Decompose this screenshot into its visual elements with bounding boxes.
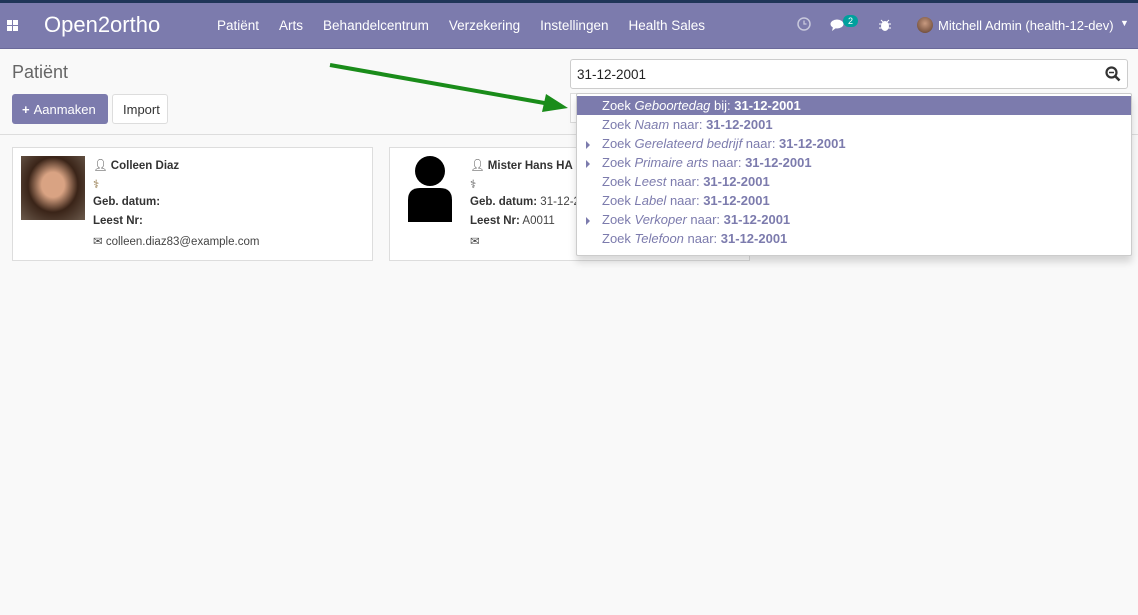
suggestion-value: 31-12-2001 [720, 231, 788, 246]
suggestion-value: 31-12-2001 [703, 193, 770, 208]
patient-name: Colleen Diaz [110, 160, 180, 172]
menu-arts[interactable]: Arts [279, 18, 303, 33]
user-menu[interactable]: Mitchell Admin (health-12-dev) [938, 18, 1114, 33]
search-suggestion[interactable]: Zoek Label naar: 31-12-2001 [577, 191, 1131, 210]
caret-down-icon[interactable]: ▼ [1120, 18, 1129, 28]
user-icon: 👤︎ [93, 160, 111, 172]
create-label: Aanmaken [33, 101, 96, 117]
suggestion-field: Gerelateerd bedrijf [634, 136, 743, 151]
search-suggestion[interactable]: Zoek Verkoper naar: 31-12-2001 [577, 210, 1131, 229]
menu-patient[interactable]: Patiënt [217, 18, 259, 33]
suggestion-field: Label [634, 193, 667, 208]
suggestion-prefix: Zoek [602, 193, 635, 208]
search-suggestion[interactable]: Zoek Primaire arts naar: 31-12-2001 [577, 153, 1131, 172]
bug-icon[interactable] [879, 18, 891, 32]
search-suggestion[interactable]: Zoek Geboortedag bij: 31-12-2001 [577, 96, 1131, 115]
suggestion-prefix: Zoek [602, 174, 635, 189]
patient-photo [21, 156, 85, 220]
suggestion-value: 31-12-2001 [779, 136, 846, 151]
search-value: 31-12-2001 [577, 67, 647, 82]
user-icon: 👤︎ [470, 160, 488, 172]
patient-card[interactable]: 👤︎ Colleen Diaz ⚕︎ Geb. datum: Leest Nr:… [12, 147, 373, 261]
email-value: colleen.diaz83@example.com [105, 236, 260, 248]
suggestion-value: 31-12-2001 [745, 155, 812, 170]
messages-badge: 2 [843, 15, 859, 27]
dob-label: Geb. datum: [470, 196, 538, 208]
suggestion-mid: naar: [666, 174, 704, 189]
brand-name[interactable]: Open2ortho [44, 12, 160, 38]
suggestion-field: Geboortedag [634, 98, 711, 113]
suggestion-mid: naar: [669, 117, 707, 132]
search-suggestions: Zoek Geboortedag bij: 31-12-2001 Zoek Naa… [576, 93, 1132, 256]
suggestion-mid: bij: [710, 98, 735, 113]
suggestion-prefix: Zoek [602, 98, 635, 113]
patient-name: Mister Hans HA [487, 160, 573, 172]
search-suggestion[interactable]: Zoek Telefoon naar: 31-12-2001 [577, 229, 1131, 248]
search-suggestion[interactable]: Zoek Naam naar: 31-12-2001 [577, 115, 1131, 134]
dob-label: Geb. datum: [93, 196, 161, 208]
main-menu: Patiënt Arts Behandelcentrum Verzekering… [217, 18, 725, 33]
suggestion-prefix: Zoek [602, 136, 635, 151]
suggestion-prefix: Zoek [602, 212, 635, 227]
stethoscope-icon: ⚕︎ [93, 179, 100, 191]
create-button[interactable]: + Aanmaken [12, 94, 108, 124]
menu-health-sales[interactable]: Health Sales [628, 18, 705, 33]
leest-value: A0011 [522, 215, 555, 227]
suggestion-field: Verkoper [634, 212, 687, 227]
import-button[interactable]: Import [112, 94, 168, 124]
leest-label: Leest Nr: [470, 215, 520, 227]
suggestion-value: 31-12-2001 [703, 174, 770, 189]
clock-icon[interactable] [797, 17, 811, 31]
suggestion-value: 31-12-2001 [706, 117, 773, 132]
menu-verzekering[interactable]: Verzekering [449, 18, 520, 33]
suggestion-field: Naam [634, 117, 670, 132]
envelope-icon: ✉︎ [93, 236, 106, 248]
page-title: Patiënt [12, 62, 69, 82]
apps-menu-icon[interactable] [7, 20, 18, 31]
suggestion-value: 31-12-2001 [723, 212, 791, 227]
suggestion-field: Leest [634, 174, 667, 189]
suggestion-value: 31-12-2001 [734, 98, 801, 113]
suggestion-prefix: Zoek [602, 155, 635, 170]
expand-triangle-icon[interactable] [586, 160, 590, 168]
expand-triangle-icon[interactable] [586, 141, 590, 149]
user-avatar[interactable] [917, 17, 933, 33]
top-navbar: Open2ortho Patiënt Arts Behandelcentrum … [0, 0, 1138, 49]
suggestion-field: Telefoon [634, 231, 684, 246]
suggestion-field: Primaire arts [634, 155, 709, 170]
expand-triangle-icon[interactable] [586, 217, 590, 225]
suggestion-mid: naar: [708, 155, 746, 170]
leest-label: Leest Nr: [93, 215, 143, 227]
suggestion-mid: naar: [666, 193, 704, 208]
search-suggestion[interactable]: Zoek Gerelateerd bedrijf naar: 31-12-200… [577, 134, 1131, 153]
suggestion-mid: naar: [742, 136, 780, 151]
stethoscope-icon: ⚕︎ [470, 179, 477, 191]
search-icon[interactable] [1105, 66, 1121, 82]
suggestion-prefix: Zoek [602, 117, 635, 132]
menu-instellingen[interactable]: Instellingen [540, 18, 608, 33]
envelope-icon: ✉︎ [470, 236, 480, 248]
search-suggestion[interactable]: Zoek Leest naar: 31-12-2001 [577, 172, 1131, 191]
menu-behandelcentrum[interactable]: Behandelcentrum [323, 18, 429, 33]
plus-icon: + [22, 101, 30, 117]
suggestion-mid: naar: [686, 212, 724, 227]
suggestion-mid: naar: [683, 231, 721, 246]
suggestion-prefix: Zoek [602, 231, 635, 246]
default-avatar-icon [408, 156, 452, 222]
search-input[interactable]: 31-12-2001 [570, 59, 1128, 89]
dob-value: 31-12-2 [540, 196, 580, 208]
